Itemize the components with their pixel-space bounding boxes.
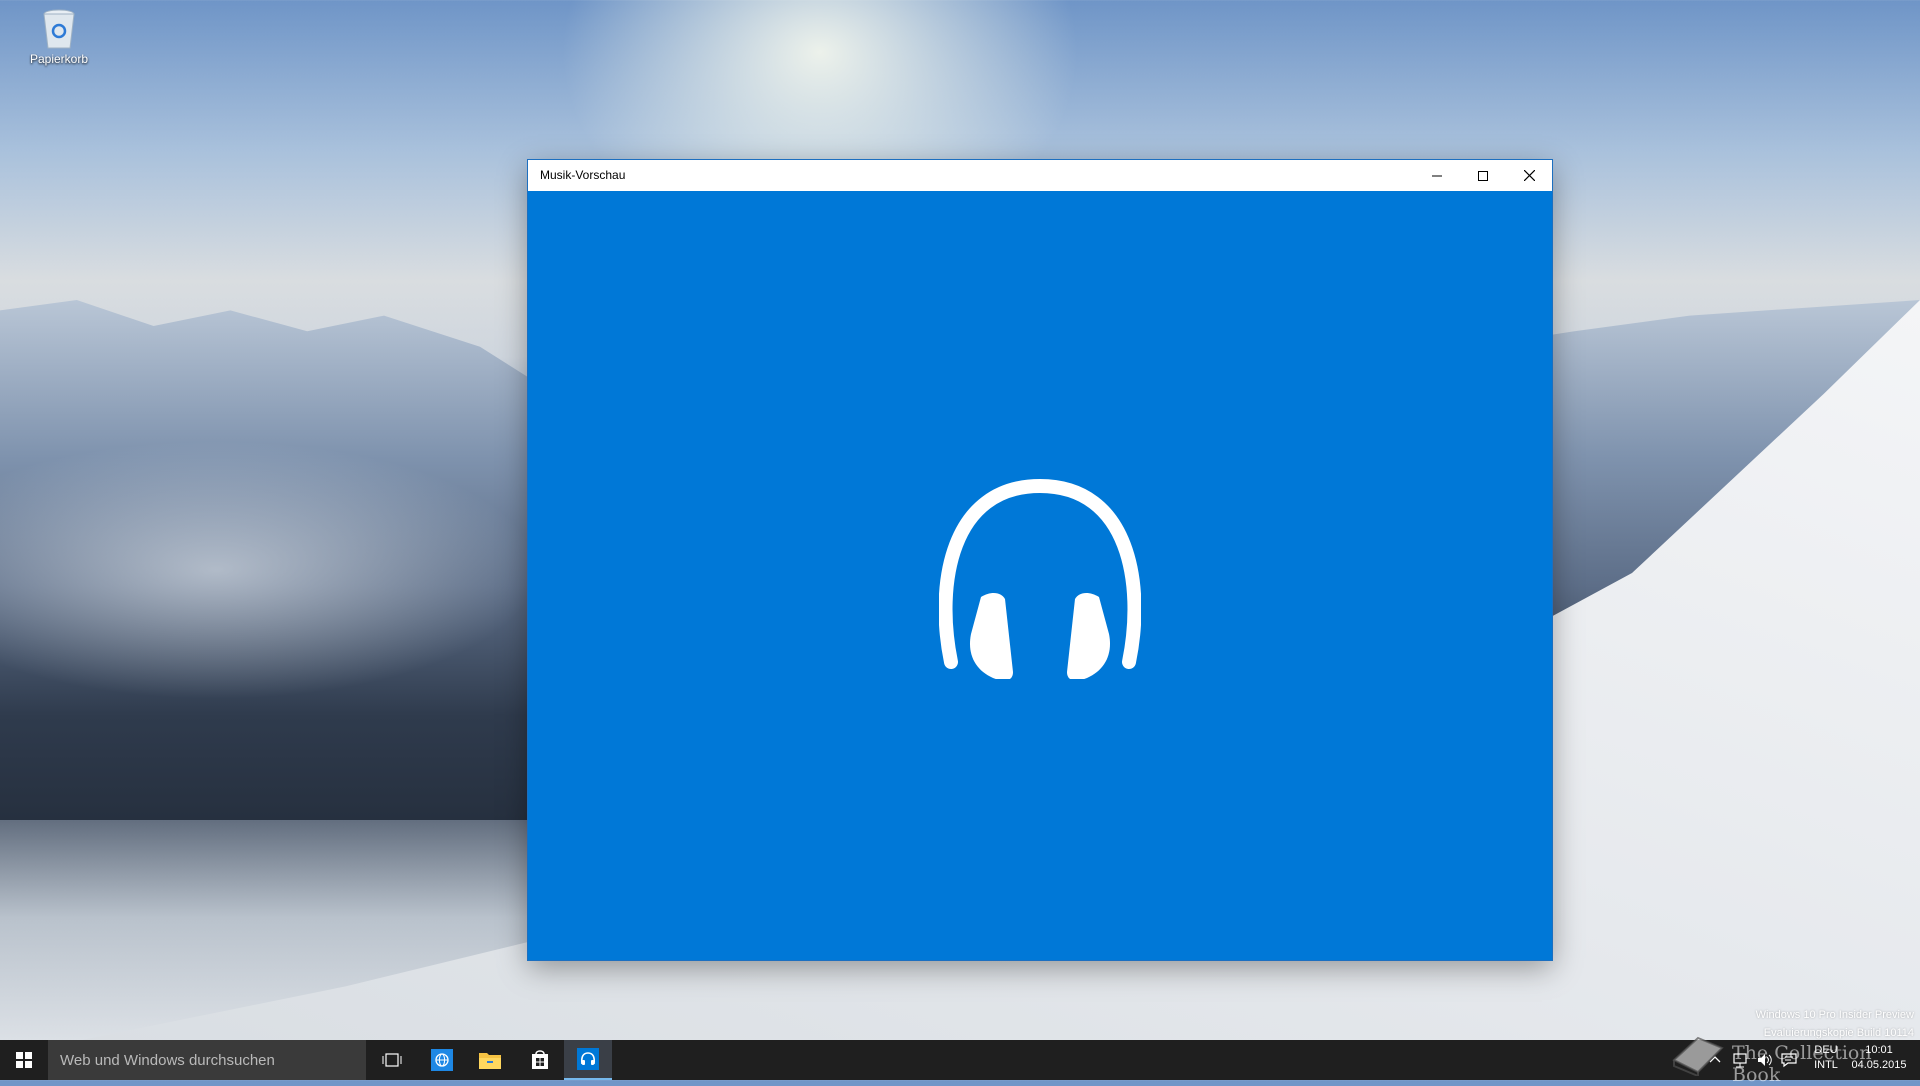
headphones-icon <box>939 478 1141 679</box>
splash-screen <box>528 191 1552 960</box>
close-icon <box>1523 170 1535 181</box>
build-watermark: Windows 10 Pro Insider Preview Evaluieru… <box>1756 1006 1914 1042</box>
windows-logo-icon <box>16 1052 32 1068</box>
window-title: Musik-Vorschau <box>540 168 626 182</box>
minimize-icon <box>1432 175 1442 176</box>
minimize-button[interactable] <box>1414 160 1460 191</box>
file-explorer-button[interactable] <box>466 1040 514 1080</box>
watermark-line1: Windows 10 Pro Insider Preview <box>1755 1009 1914 1021</box>
music-button[interactable] <box>564 1040 612 1080</box>
desktop-icon-label: Papierkorb <box>29 52 89 66</box>
globe-icon <box>431 1049 453 1071</box>
close-button[interactable] <box>1506 160 1552 191</box>
search-input[interactable]: Web und Windows durchsuchen <box>48 1040 366 1080</box>
app-window: Musik-Vorschau <box>528 160 1552 960</box>
recycle-bin-icon <box>40 8 78 50</box>
store-icon <box>532 1050 548 1069</box>
headphones-icon <box>577 1048 599 1070</box>
desktop-icon-recycle-bin[interactable]: Papierkorb <box>22 8 96 66</box>
store-button[interactable] <box>516 1040 564 1080</box>
maximize-button[interactable] <box>1460 160 1506 191</box>
folder-icon <box>479 1053 501 1069</box>
wallpaper-haze <box>0 440 540 700</box>
browser-button[interactable] <box>418 1040 466 1080</box>
brand-watermark: The Collection Book <box>1732 1042 1872 1086</box>
task-view-button[interactable] <box>368 1040 416 1080</box>
start-button[interactable] <box>0 1040 48 1080</box>
title-bar[interactable]: Musik-Vorschau <box>528 160 1552 191</box>
book-logo-icon <box>1672 1036 1724 1076</box>
search-placeholder: Web und Windows durchsuchen <box>60 1052 275 1069</box>
taskbar: Web und Windows durchsuchen DEU INTL 10:… <box>0 1040 1920 1080</box>
maximize-icon <box>1478 170 1488 181</box>
task-view-icon <box>382 1053 402 1067</box>
